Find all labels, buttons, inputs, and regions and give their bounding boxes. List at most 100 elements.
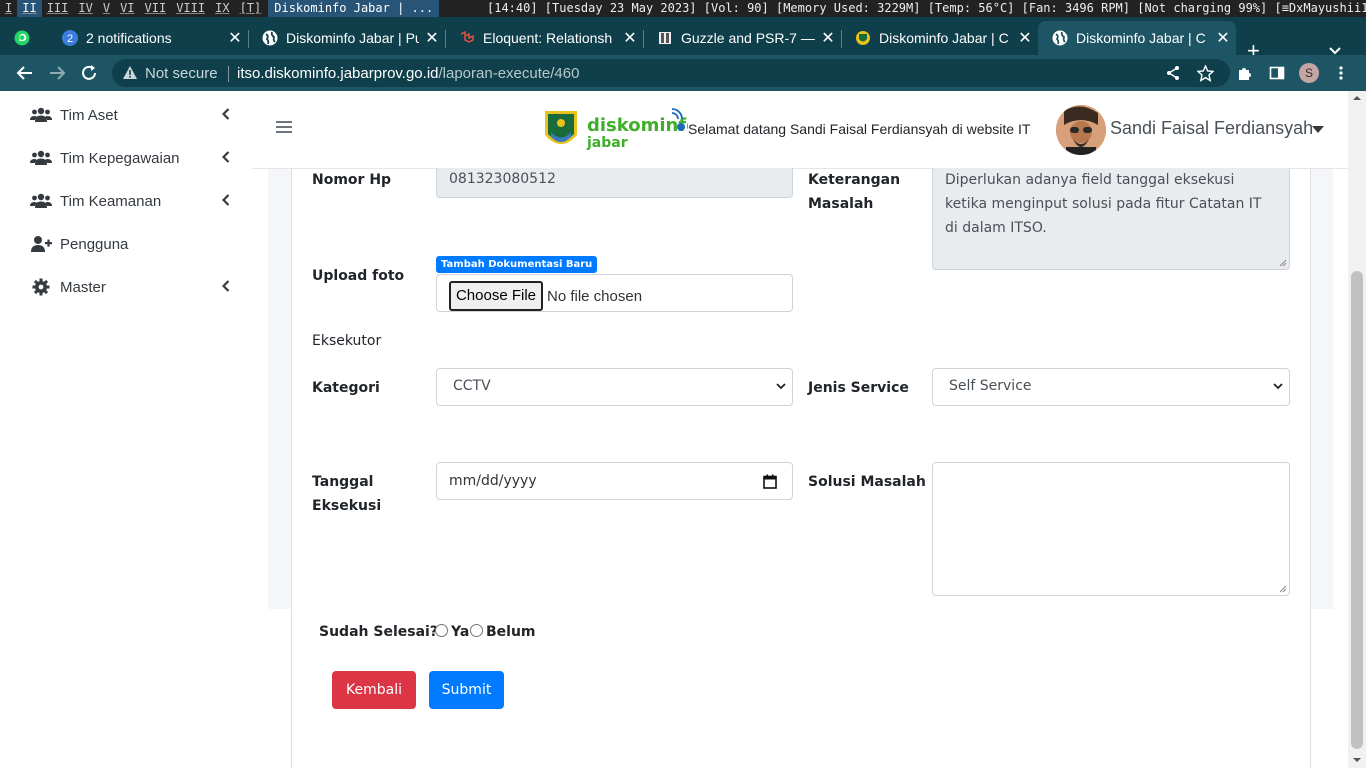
tab-close-icon[interactable]: ✕	[1210, 28, 1236, 48]
sidebar-item-pengguna[interactable]: Pengguna	[30, 231, 234, 257]
jenis-service-label: Jenis Service	[808, 380, 909, 396]
url-host: itso.diskominfo.jabarprov.go.id	[237, 65, 439, 82]
upload-foto-input[interactable]: Choose File No file chosen	[436, 274, 793, 312]
eksekutor-label: Eksekutor	[312, 333, 382, 349]
tab-eloquent[interactable]: Eloquent: Relationsh ✕	[445, 21, 643, 55]
sidebar: Tim Aset Tim Kepegawaian Tim Keamanan Pe…	[0, 91, 252, 768]
book-icon	[657, 30, 673, 46]
workspace-7[interactable]: VII	[140, 0, 172, 17]
browser-toolbar: Not secure itso.diskominfo.jabarprov.go.…	[0, 55, 1366, 91]
diskominfo-logo[interactable]: diskominfo jabar	[543, 107, 699, 153]
choose-file-button[interactable]: Choose File	[449, 281, 543, 311]
warning-triangle-icon[interactable]	[122, 65, 138, 84]
radio-ya-label[interactable]: Ya	[451, 620, 469, 644]
welcome-message: Selamat datang Sandi Faisal Ferdiansyah …	[688, 121, 1031, 137]
security-status[interactable]: Not secure	[145, 65, 218, 82]
tab-close-icon[interactable]: ✕	[222, 28, 248, 48]
workspace-4[interactable]: IV	[73, 0, 97, 17]
sidebar-item-label: Tim Kepegawaian	[60, 149, 180, 167]
url-text[interactable]: itso.diskominfo.jabarprov.go.id/laporan-…	[237, 65, 579, 82]
users-icon	[30, 192, 52, 210]
tab-title: Diskominfo Jabar | C	[879, 30, 1009, 46]
radio-belum-label[interactable]: Belum	[486, 620, 536, 644]
workspace-t[interactable]: [T]	[235, 0, 267, 17]
kembali-button[interactable]: Kembali	[332, 671, 416, 709]
tanggal-eksekusi-label: Tanggal Eksekusi	[312, 474, 382, 514]
sidebar-item-tim-aset[interactable]: Tim Aset	[30, 102, 234, 128]
caret-down-icon[interactable]	[1312, 126, 1324, 133]
back-arrow-icon[interactable]	[15, 63, 35, 83]
focused-window-title: Diskominfo Jabar | ...	[268, 0, 440, 17]
workspace-9[interactable]: IX	[210, 0, 234, 17]
solusi-masalah-textarea[interactable]	[932, 462, 1290, 596]
tab-title: Diskominfo Jabar | C	[1076, 30, 1206, 46]
scrollbar-thumb[interactable]	[1351, 271, 1363, 749]
select-chevron-down-icon	[776, 383, 786, 390]
kategori-select[interactable]: CCTV	[436, 368, 793, 406]
notification-count-icon: 2	[62, 30, 78, 46]
scroll-up-arrow-icon[interactable]	[1352, 95, 1362, 101]
tab-close-icon[interactable]: ✕	[1012, 28, 1038, 48]
chevron-left-icon	[221, 107, 230, 124]
side-panel-icon[interactable]	[1267, 63, 1287, 83]
tab-title: Diskominfo Jabar | Pu	[286, 30, 419, 46]
address-bar[interactable]: Not secure itso.diskominfo.jabarprov.go.…	[112, 59, 1230, 87]
radio-ya[interactable]	[435, 624, 448, 637]
logo-text-bottom: jabar	[586, 135, 628, 151]
jenis-service-select[interactable]: Self Service	[932, 368, 1290, 406]
laravel-icon	[459, 30, 475, 46]
browser-menu-icon[interactable]	[1331, 63, 1351, 83]
tambah-dokumentasi-badge: Tambah Dokumentasi Baru	[436, 256, 598, 273]
scroll-down-arrow-icon[interactable]	[1352, 757, 1362, 763]
window-manager-bar: I II III IV V VI VII VIII IX [T] Diskominfo Jabar …	[0, 0, 1366, 17]
radio-belum[interactable]	[470, 624, 483, 637]
gear-icon	[30, 278, 52, 296]
chevron-left-icon	[221, 150, 230, 167]
solusi-masalah-label: Solusi Masalah	[808, 474, 926, 490]
workspace-6[interactable]: VI	[115, 0, 139, 17]
keterangan-masalah-textarea[interactable]: Diperlukan adanya field tanggal eksekusi…	[932, 168, 1290, 270]
calendar-icon[interactable]	[763, 474, 777, 489]
extensions-puzzle-icon[interactable]	[1235, 63, 1255, 83]
hamburger-menu-icon[interactable]	[276, 119, 292, 138]
browser-tab-strip: 2 2 notifications ✕ Diskominfo Jabar | P…	[0, 17, 1366, 63]
forward-arrow-icon[interactable]	[47, 63, 67, 83]
submit-button[interactable]: Submit	[429, 671, 504, 709]
sidebar-item-tim-keamanan[interactable]: Tim Keamanan	[30, 188, 234, 214]
share-icon[interactable]	[1163, 63, 1183, 83]
tab-whatsapp[interactable]	[0, 21, 48, 55]
tab-title: Eloquent: Relationsh	[483, 30, 613, 46]
workspace-5[interactable]: V	[98, 0, 115, 17]
resize-grip-icon[interactable]	[1279, 259, 1287, 267]
user-name-dropdown[interactable]: Sandi Faisal Ferdiansyah	[1110, 118, 1313, 139]
tab-diskominfo-c1[interactable]: Diskominfo Jabar | C ✕	[841, 21, 1038, 55]
whatsapp-icon	[14, 30, 30, 46]
svg-text:2: 2	[67, 33, 73, 45]
tab-diskominfo-pu[interactable]: Diskominfo Jabar | Pu ✕	[248, 21, 445, 55]
page-scrollbar[interactable]	[1348, 91, 1366, 768]
tab-close-icon[interactable]: ✕	[617, 28, 643, 48]
tab-notifications[interactable]: 2 2 notifications ✕	[48, 21, 248, 55]
bookmark-star-icon[interactable]	[1195, 63, 1215, 83]
jenis-service-selected: Self Service	[949, 378, 1032, 394]
resize-grip-icon[interactable]	[1279, 585, 1287, 593]
system-status: [14:40] [Tuesday 23 May 2023] [Vol: 90] …	[487, 1, 1366, 15]
top-navbar: diskominfo jabar Selamat datang Sandi Fa…	[252, 91, 1348, 169]
profile-avatar[interactable]: S	[1299, 63, 1319, 83]
tab-guzzle[interactable]: Guzzle and PSR-7 — ✕	[643, 21, 841, 55]
workspace-1[interactable]: I	[0, 0, 17, 17]
file-status-text: No file chosen	[547, 288, 643, 305]
tab-diskominfo-c2-active[interactable]: Diskominfo Jabar | C ✕	[1038, 21, 1236, 55]
sidebar-item-tim-kepegawaian[interactable]: Tim Kepegawaian	[30, 145, 234, 171]
user-avatar[interactable]	[1056, 105, 1106, 155]
sidebar-item-label: Tim Aset	[60, 106, 118, 124]
workspace-2[interactable]: II	[17, 0, 42, 17]
workspace-3[interactable]: III	[42, 0, 74, 17]
workspace-8[interactable]: VIII	[171, 0, 210, 17]
sidebar-item-master[interactable]: Master	[30, 274, 234, 300]
tanggal-eksekusi-input[interactable]: mm/dd/yyyy	[436, 462, 793, 500]
nomor-hp-field[interactable]: 081323080512	[436, 168, 793, 198]
tab-close-icon[interactable]: ✕	[419, 28, 445, 48]
reload-icon[interactable]	[79, 63, 99, 83]
tab-close-icon[interactable]: ✕	[815, 28, 841, 48]
